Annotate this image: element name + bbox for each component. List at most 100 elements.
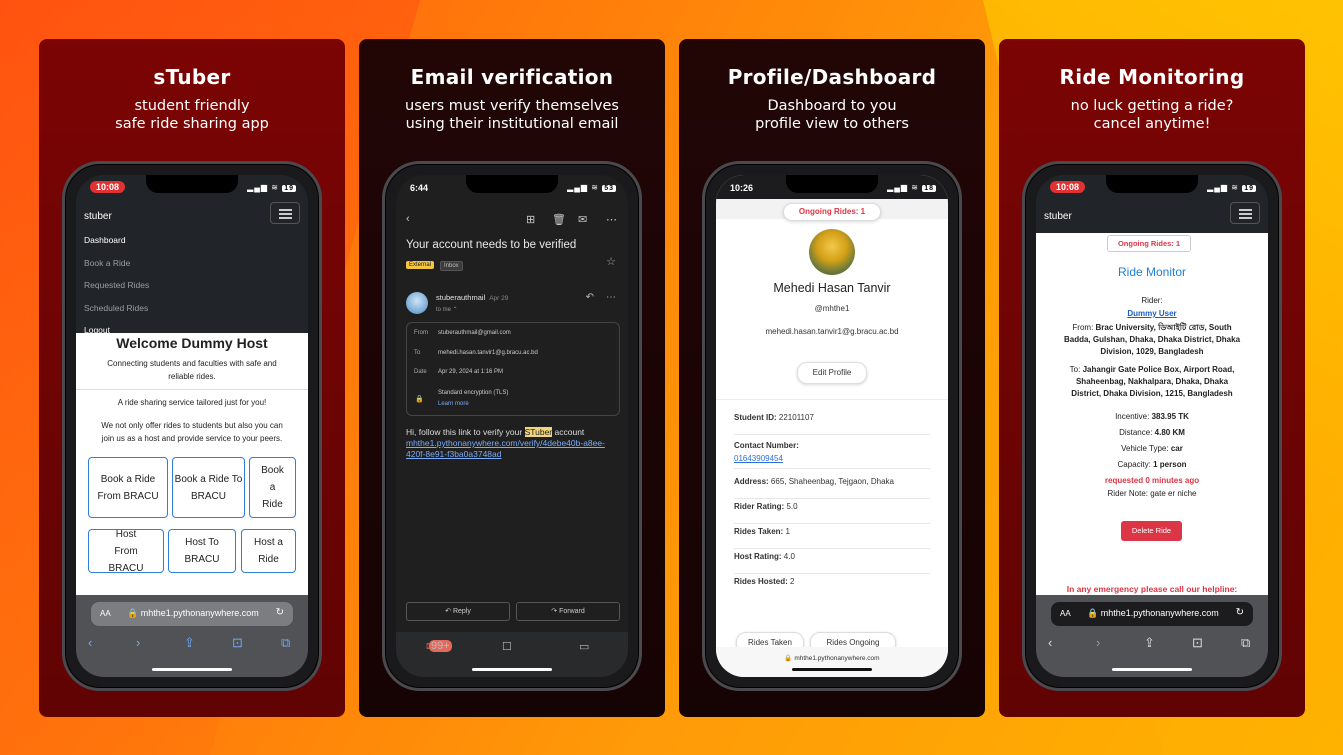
mail-icon[interactable]: ✉ [578, 213, 587, 226]
reload-icon[interactable]: ↻ [276, 607, 284, 618]
address-bar[interactable]: AA 🔒 mhthe1.pythonanywhere.com ↻ [1051, 602, 1253, 626]
share-icon[interactable]: ⇪ [184, 635, 195, 651]
panel-title: Profile/Dashboard [727, 65, 937, 89]
tagline: Connecting students and faculties with s… [76, 357, 308, 383]
forward-label: Forward [559, 608, 585, 615]
bookmarks-icon[interactable]: ⊡ [232, 635, 243, 651]
navbar-brand[interactable]: stuber [1044, 211, 1072, 222]
ride-monitor-content: Ongoing Rides: 1 Ride Monitor Rider: Dum… [1036, 233, 1268, 603]
menu-item-scheduled-rides[interactable]: Scheduled Rides [84, 303, 149, 326]
vehicle-label: Vehicle Type: [1121, 444, 1169, 453]
hamburger-menu-icon[interactable] [270, 202, 300, 224]
book-a-ride-button[interactable]: Book a Ride [249, 457, 296, 518]
menu-item-dashboard[interactable]: Dashboard [84, 235, 149, 258]
delete-ride-button[interactable]: Delete Ride [1121, 521, 1182, 541]
info-value: 665, Shaheenbag, Tejgaon, Dhaka [770, 477, 894, 486]
phone-screen: 10:26 ▂▄▆ ≋ 18 Ongoing Rides: 1 Mehedi H… [716, 175, 948, 677]
verify-link[interactable]: mhthe1.pythonanywhere.com/verify/4debe40… [406, 438, 620, 460]
book-ride-from-bracu-button[interactable]: Book a Ride From BRACU [88, 457, 168, 518]
to-line: Shaheenbag, Nakhalpara, Dhaka, Dhaka [1075, 377, 1229, 386]
browser-nav: ‹ › ⇪ ⊡ ⧉ [76, 635, 308, 653]
more-icon[interactable]: ⋯ [606, 213, 617, 226]
host-rating-row: Host Rating: 4.0 [734, 552, 930, 574]
edit-profile-button[interactable]: Edit Profile [797, 362, 867, 384]
navbar-brand[interactable]: stuber [84, 211, 112, 222]
host-from-bracu-button[interactable]: Host From BRACU [88, 529, 164, 574]
to-label: To: [1069, 365, 1081, 374]
share-icon[interactable]: ⇪ [1144, 635, 1155, 651]
menu-item-requested-rides[interactable]: Requested Rides [84, 280, 149, 303]
reply-icon[interactable]: ↶ [586, 292, 594, 303]
forward-icon[interactable]: › [136, 635, 140, 650]
to-me[interactable]: to me ⌃ [436, 306, 458, 313]
meet-tab-icon[interactable]: ▭ [579, 640, 589, 653]
battery-icon: 19 [282, 185, 296, 192]
forward-icon[interactable]: › [1096, 635, 1100, 650]
archive-icon[interactable]: ⊞ [526, 213, 535, 226]
reply-label: Reply [452, 608, 471, 615]
ongoing-rides-button[interactable]: Ongoing Rides: 1 [1107, 235, 1191, 252]
rider-rating-row: Rider Rating: 5.0 [734, 502, 930, 524]
delete-icon[interactable]: 🗑 [552, 213, 566, 226]
sender-name: stuberauthmail [436, 293, 486, 302]
menu-item-book-ride[interactable]: Book a Ride [84, 258, 149, 281]
external-tag: External [406, 261, 435, 269]
info-label: Address: [734, 477, 769, 486]
back-icon[interactable]: ‹ [406, 213, 410, 225]
url-text: 🔒 mhthe1.pythonanywhere.com [1087, 608, 1219, 618]
host-a-ride-button[interactable]: Host a Ride [241, 529, 296, 573]
info-label: Host Rating: [734, 552, 782, 561]
vehicle-row: Vehicle Type: car [1046, 443, 1258, 455]
profile-name: Mehedi Hasan Tanvir [773, 281, 891, 295]
chat-tab-icon[interactable]: ☐ [502, 640, 512, 653]
forward-button[interactable]: ↷ Forward [516, 602, 620, 621]
home-indicator [152, 668, 232, 671]
signal-wifi-icons: ▂▄▆ ≋ 19 [1207, 183, 1256, 192]
unread-badge: 99+ [429, 640, 452, 652]
rider-note: Rider Note: gate er niche [1107, 489, 1197, 498]
tabs-icon[interactable]: ⧉ [281, 635, 290, 651]
bookmarks-icon[interactable]: ⊡ [1192, 635, 1203, 651]
panel-subtitle: no luck getting a ride? cancel anytime! [999, 97, 1305, 133]
more-icon[interactable]: ⋯ [606, 292, 616, 303]
reply-button[interactable]: ↶ Reply [406, 602, 510, 621]
back-icon[interactable]: ‹ [1048, 635, 1052, 650]
inbox-tag[interactable]: Inbox [440, 261, 463, 271]
reader-aa-button[interactable]: AA [100, 609, 111, 618]
book-ride-to-bracu-button[interactable]: Book a Ride To BRACU [172, 457, 245, 518]
reload-icon[interactable]: ↻ [1236, 607, 1244, 618]
contact-link[interactable]: 01643909454 [734, 454, 783, 463]
rider-name-link[interactable]: Dummy User [1127, 309, 1176, 318]
back-icon[interactable]: ‹ [88, 635, 92, 650]
rider-label: Rider: [1141, 296, 1163, 305]
date-label: Date [414, 369, 427, 375]
nav-menu: Dashboard Book a Ride Requested Rides Sc… [84, 235, 149, 348]
phone-frame: 6:44 ▂▄▆ ≋ 53 ‹ ⊞ 🗑 ✉ ⋯ Your account nee… [382, 161, 642, 691]
address-bar[interactable]: AA 🔒 mhthe1.pythonanywhere.com ↻ [91, 602, 293, 626]
info-value: 22101107 [778, 413, 814, 422]
from-address: From: Brac University, ডিআইটি রোড, South… [1046, 322, 1258, 358]
url-text[interactable]: 🔒 mhthe1.pythonanywhere.com [716, 654, 948, 662]
star-icon[interactable]: ☆ [606, 255, 616, 268]
ride-monitor-title: Ride Monitor [1117, 265, 1187, 279]
phone-frame: 10:26 ▂▄▆ ≋ 18 Ongoing Rides: 1 Mehedi H… [702, 161, 962, 691]
browser-toolbar: AA 🔒 mhthe1.pythonanywhere.com ↻ ‹ › ⇪ ⊡… [76, 595, 308, 677]
contact-row: Contact Number: 01643909454 [734, 439, 930, 469]
info-label: Student ID: [734, 413, 777, 422]
battery-icon: 18 [922, 185, 936, 192]
reader-aa-button[interactable]: AA [1060, 609, 1071, 618]
learn-more-link[interactable]: Learn more [438, 401, 469, 407]
lock-icon: 🔒 [415, 396, 424, 403]
bottom-nav: ✉ 99+ ☐ ▭ [396, 632, 628, 677]
notch [466, 175, 558, 193]
welcome-heading: Welcome Dummy Host [116, 335, 268, 351]
divider [716, 399, 948, 400]
host-to-bracu-button[interactable]: Host To BRACU [168, 529, 236, 573]
notch [786, 175, 878, 193]
capacity-label: Capacity: [1117, 460, 1151, 469]
ongoing-rides-button[interactable]: Ongoing Rides: 1 [783, 203, 881, 221]
subtitle-line: safe ride sharing app [115, 116, 269, 132]
hamburger-menu-icon[interactable] [1230, 202, 1260, 224]
incentive-value: 383.95 TK [1151, 412, 1189, 421]
tabs-icon[interactable]: ⧉ [1241, 635, 1250, 651]
